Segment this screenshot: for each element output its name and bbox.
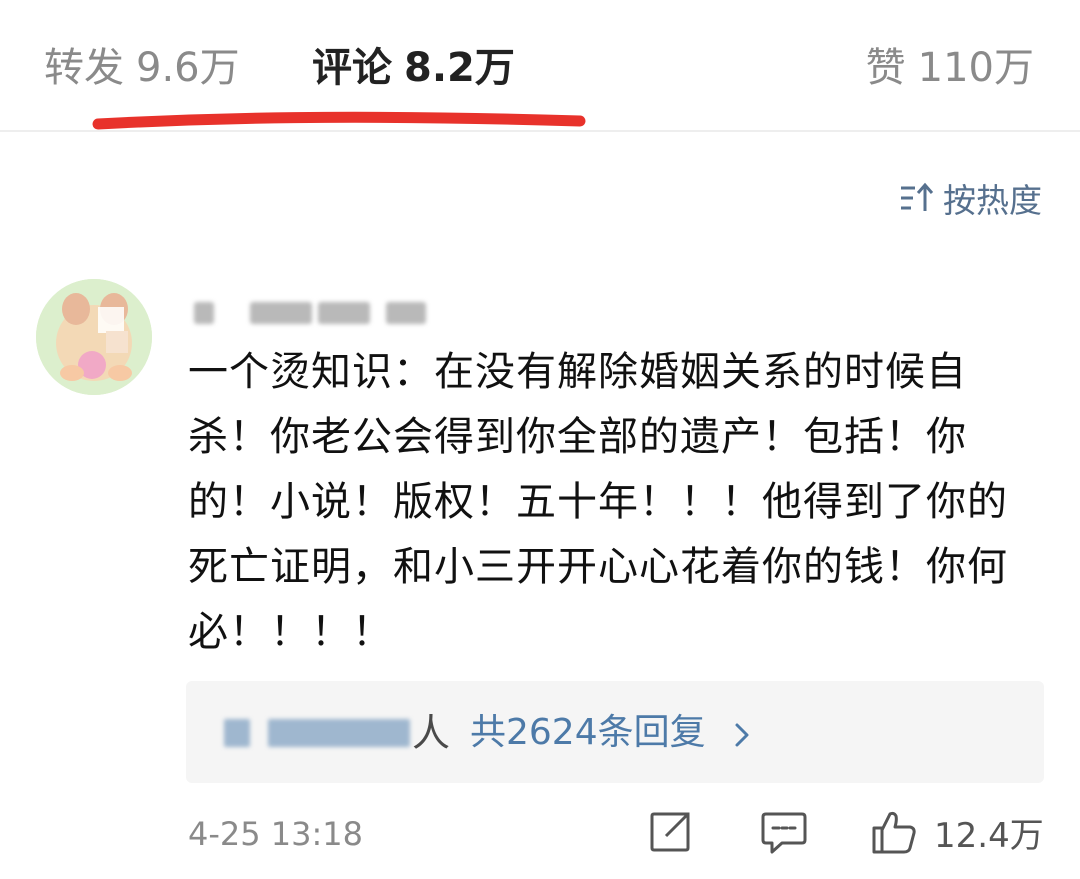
avatar[interactable] [36, 279, 152, 395]
sort-by-heat-button[interactable]: 按热度 [899, 174, 1042, 222]
comment-text: 一个烫知识：在没有解除婚姻关系的时候自杀！你老公会得到你全部的遗产！包括！你的！… [188, 349, 1008, 655]
tab-likes-count: 110万 [917, 45, 1034, 91]
reply-icon[interactable] [760, 810, 808, 856]
tab-likes-label: 赞 [865, 45, 906, 91]
tab-repost[interactable]: 转发 9.6万 [44, 40, 240, 96]
sort-icon [901, 182, 934, 211]
comment-page: 转发 9.6万 评论 8.2万 赞 110万 按热度 一个烫知识：在没有解除婚姻… [0, 0, 1080, 879]
replies-count-link[interactable]: 共2624条回复 [470, 705, 706, 761]
share-icon[interactable] [648, 810, 692, 854]
comment-timestamp: 4-25 13:18 [188, 815, 364, 853]
like-count: 12.4万 [934, 815, 1044, 856]
replies-person-suffix: 人 [412, 711, 451, 755]
replier-names-redacted [224, 717, 410, 751]
like-button[interactable]: 12.4万 [870, 806, 1044, 858]
red-underline-annotation [92, 111, 586, 130]
avatar-image [36, 279, 152, 395]
tab-comments[interactable]: 评论 8.2万 [312, 40, 515, 96]
username-redacted[interactable] [190, 292, 440, 332]
sort-label: 按热度 [943, 181, 1042, 220]
tab-repost-count: 9.6万 [136, 45, 240, 91]
tab-repost-label: 转发 [44, 45, 124, 91]
thumbs-up-icon [872, 811, 916, 854]
tab-comments-count: 8.2万 [404, 45, 515, 91]
replies-summary[interactable]: 人 共2624条回复 [186, 681, 1044, 783]
tab-bar: 转发 9.6万 评论 8.2万 赞 110万 [0, 0, 1080, 132]
tab-likes[interactable]: 赞 110万 [866, 40, 1034, 96]
chevron-right-icon [735, 723, 749, 747]
tab-comments-label: 评论 [312, 45, 392, 91]
